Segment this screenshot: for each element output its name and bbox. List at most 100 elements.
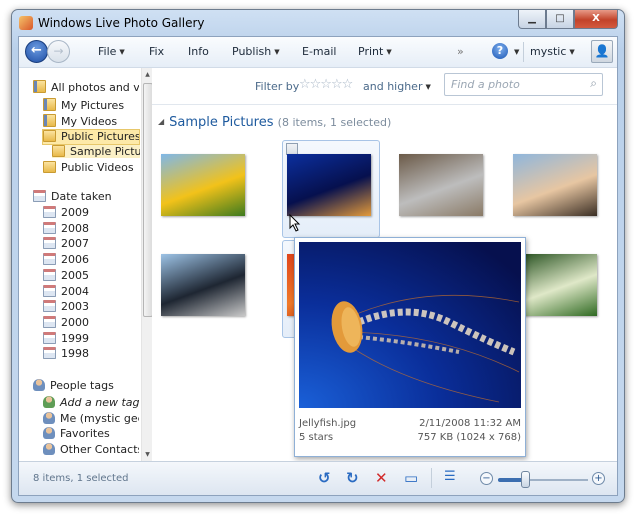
sidebar-item-my-videos[interactable]: My Videos	[43, 114, 117, 128]
sidebar-item-year[interactable]: 2008	[43, 221, 89, 235]
client-area: ← → File ▼ Fix Info Publish ▼ E-mail Print…	[18, 36, 618, 496]
sidebar-item-year[interactable]: 2007	[43, 237, 89, 250]
calendar-icon	[43, 206, 56, 218]
user-menu[interactable]: mystic ▼	[530, 45, 575, 58]
sidebar-item-me[interactable]: Me (mystic geek)	[43, 412, 139, 425]
sidebar-label: 1998	[61, 347, 89, 361]
rating-filter-stars[interactable]: ☆☆☆☆☆	[299, 77, 353, 92]
sidebar-item-year[interactable]: 2004	[43, 284, 89, 298]
folder-icon	[43, 161, 56, 173]
rotate-right-icon[interactable]: ↻	[346, 469, 359, 487]
search-icon[interactable]: ⌕	[590, 76, 597, 91]
person-icon	[43, 412, 55, 424]
library-icon	[33, 80, 46, 93]
add-person-icon	[43, 396, 55, 408]
zoom-out-button[interactable]: −	[480, 472, 493, 485]
photo-thumbnail-tulips[interactable]	[161, 154, 245, 216]
sidebar-label: People tags	[50, 379, 114, 392]
sidebar-label: Public Pictures	[61, 130, 140, 143]
sidebar-item-favorites[interactable]: Favorites	[43, 427, 139, 440]
window-title: Windows Live Photo Gallery	[38, 16, 205, 30]
people-group-icon	[43, 427, 55, 439]
slideshow-icon[interactable]: ▭	[404, 469, 418, 487]
help-icon[interactable]: ?	[492, 43, 508, 59]
menu-label: Publish	[232, 45, 272, 58]
sidebar-item-people-tags[interactable]: People tags	[33, 379, 114, 392]
sidebar-item-public-videos[interactable]: Public Videos	[43, 161, 134, 174]
back-button[interactable]: ←	[25, 40, 48, 63]
chevron-down-icon: ▼	[274, 48, 280, 56]
sidebar-item-year[interactable]: 2005	[43, 268, 89, 282]
help-dropdown[interactable]: ▼	[511, 45, 519, 58]
zoom-in-button[interactable]: +	[592, 472, 605, 485]
details-view-icon[interactable]: ☰	[444, 469, 456, 484]
filter-divider	[152, 104, 617, 105]
sidebar-item-year[interactable]: 2003	[43, 300, 89, 313]
minimize-button[interactable]: ▁	[518, 10, 546, 29]
photo-thumbnail-jellyfish[interactable]	[287, 154, 371, 216]
maximize-button[interactable]: □	[546, 10, 574, 29]
sidebar-label: Sample Pictures	[70, 145, 140, 158]
sidebar-item-public-pictures[interactable]: Public Pictures	[42, 129, 140, 145]
preview-size: 757 KB (1024 x 768)	[417, 432, 521, 443]
sidebar-label: Add a new tag	[60, 396, 139, 409]
preview-datetime: 2/11/2008 11:32 AM	[419, 418, 521, 429]
sidebar-item-year[interactable]: 1999	[43, 331, 89, 345]
sidebar-item-sample-pictures[interactable]: Sample Pictures	[52, 145, 140, 158]
preview-image	[299, 242, 521, 408]
print-menu[interactable]: Print ▼	[358, 45, 392, 58]
photo-thumbnail-penguins[interactable]	[161, 254, 245, 316]
sidebar-label: My Pictures	[61, 99, 125, 112]
title-bar: Windows Live Photo Gallery ▁ □ X	[12, 10, 624, 36]
sidebar-label: 2006	[61, 253, 89, 267]
sidebar-item-all-photos[interactable]: All photos and videos	[33, 80, 139, 94]
collapse-triangle-icon[interactable]: ◢	[158, 117, 164, 126]
forward-button[interactable]: →	[47, 40, 70, 63]
sidebar-item-year[interactable]: 2009	[43, 206, 89, 219]
sidebar-item-my-pictures[interactable]: My Pictures	[43, 98, 124, 112]
photo-thumbnail-koala[interactable]	[399, 154, 483, 216]
sidebar-item-year[interactable]: 2006	[43, 253, 89, 266]
publish-menu[interactable]: Publish ▼	[232, 45, 280, 58]
calendar-icon	[33, 190, 46, 202]
user-avatar[interactable]: 👤	[591, 40, 613, 63]
sidebar-item-year[interactable]: 2000	[43, 315, 89, 329]
app-window: Windows Live Photo Gallery ▁ □ X ← → Fil…	[11, 9, 625, 503]
close-button[interactable]: X	[574, 10, 618, 29]
search-input[interactable]: Find a photo ⌕	[444, 73, 603, 96]
sidebar-label: 2008	[61, 221, 89, 235]
chevron-down-icon: ▼	[569, 48, 575, 56]
group-header[interactable]: ◢ Sample Pictures (8 items, 1 selected)	[158, 115, 391, 130]
sidebar-label: 2009	[61, 206, 89, 219]
sidebar-item-year[interactable]: 1998	[43, 347, 89, 360]
gallery-pane: Filter by ☆☆☆☆☆ and higher ▼ Find a photo…	[152, 68, 617, 461]
sidebar-item-date-taken[interactable]: Date taken	[33, 190, 112, 203]
sidebar-item-other-contacts[interactable]: Other Contacts	[43, 443, 139, 456]
status-divider	[431, 468, 432, 488]
calendar-icon	[43, 300, 56, 313]
preview-rating: 5 stars	[299, 432, 334, 443]
chevron-down-icon: ▼	[386, 48, 392, 56]
file-menu[interactable]: File ▼	[98, 45, 125, 58]
rotate-left-icon[interactable]: ↺	[318, 469, 331, 487]
user-name: mystic	[530, 45, 567, 58]
photo-thumbnail-lighthouse[interactable]	[513, 154, 597, 216]
email-menu[interactable]: E-mail	[302, 45, 337, 58]
delete-icon[interactable]: ✕	[375, 469, 388, 487]
status-text: 8 items, 1 selected	[33, 473, 129, 484]
photo-gallery-app-icon	[19, 16, 33, 30]
menu-label: File	[98, 45, 117, 58]
calendar-icon	[43, 331, 56, 344]
photo-preview-popup: Jellyfish.jpg 2/11/2008 11:32 AM 5 stars…	[294, 237, 526, 457]
sidebar-item-add-tag[interactable]: Add a new tag	[43, 396, 139, 409]
calendar-icon	[43, 253, 56, 266]
fix-menu[interactable]: Fix	[149, 45, 164, 58]
chevron-down-icon: ▼	[514, 48, 520, 56]
sidebar-label: All photos and videos	[51, 81, 139, 94]
overflow-chevron-icon[interactable]: »	[457, 45, 464, 58]
zoom-slider-thumb[interactable]	[521, 471, 530, 488]
info-menu[interactable]: Info	[188, 45, 209, 58]
rating-filter-dropdown[interactable]: and higher ▼	[363, 80, 431, 93]
jellyfish-illustration	[331, 294, 520, 403]
sidebar-label: Other Contacts	[60, 443, 139, 456]
